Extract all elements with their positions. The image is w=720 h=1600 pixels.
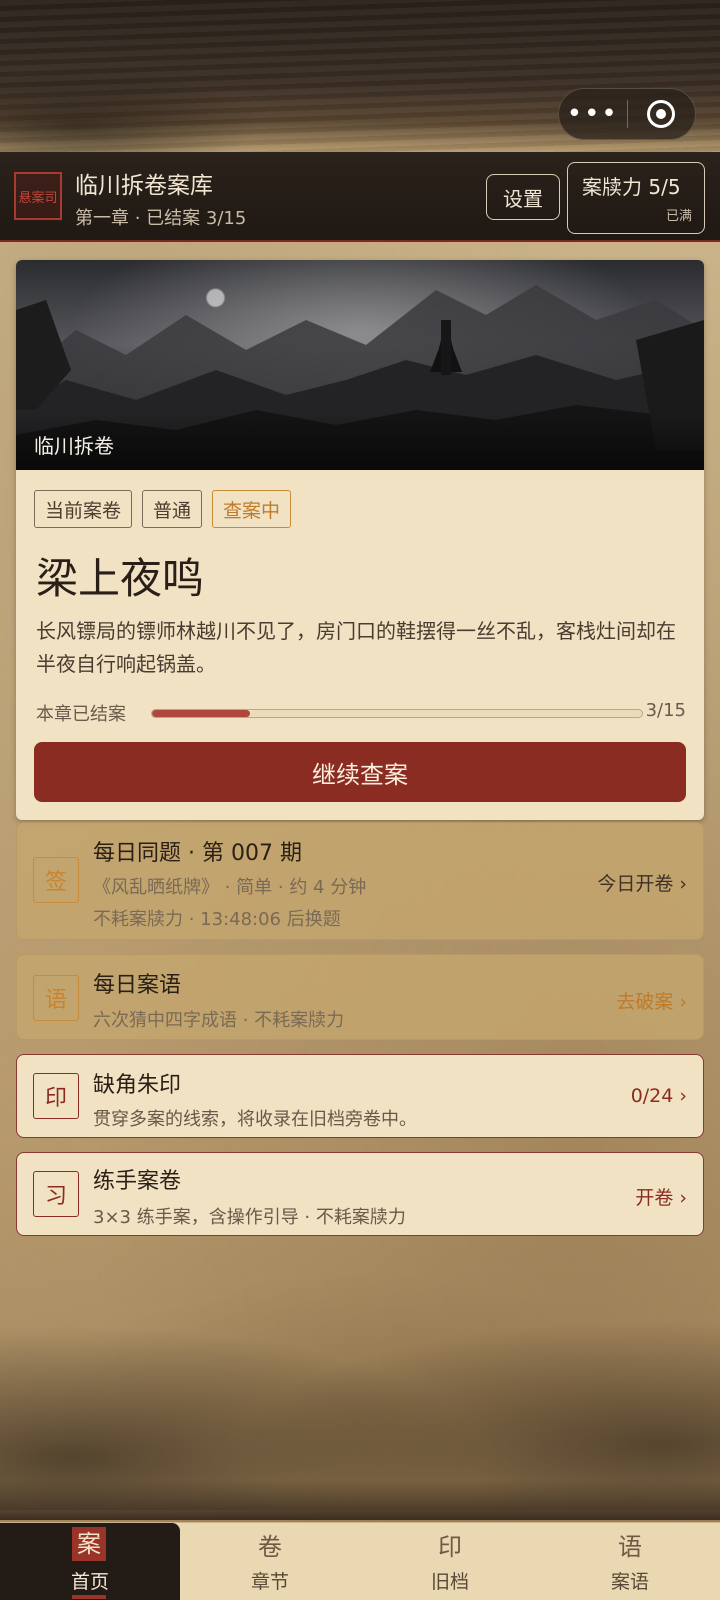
daily-idiom-title: 每日案语 <box>93 973 182 998</box>
bottom-tab-bar: 案 首页 卷 章节 印 旧档 语 案语 <box>0 1522 720 1600</box>
stamina-label: 案牍力 5/5 <box>582 175 681 199</box>
scroll-edge <box>0 1480 720 1520</box>
daily-question-card[interactable]: 签 每日同题 · 第 007 期 《风乱晒纸牌》 · 简单 · 约 4 分钟 不… <box>16 822 704 940</box>
practice-action[interactable]: 开卷 › <box>635 1183 687 1210</box>
active-tab-indicator <box>72 1595 106 1599</box>
miniprogram-capsule: ••• <box>558 88 696 140</box>
seal-title: 缺角朱印 <box>93 1073 182 1098</box>
archive-seal-icon: 印 <box>438 1533 462 1561</box>
stamina-status: 已满 <box>665 209 692 224</box>
tab-idioms-label: 案语 <box>610 1571 649 1593</box>
tab-archive[interactable]: 印 旧档 <box>360 1523 540 1600</box>
tab-home[interactable]: 案 首页 <box>0 1523 180 1600</box>
target-close-icon[interactable] <box>628 100 696 128</box>
seal-count[interactable]: 0/24 › <box>631 1085 687 1107</box>
tab-idioms[interactable]: 语 案语 <box>540 1523 720 1600</box>
progress-count: 3/15 <box>645 700 686 721</box>
more-dots-icon[interactable]: ••• <box>559 88 627 140</box>
case-title: 梁上夜鸣 <box>36 554 205 603</box>
daily-idiom-info: 六次猜中四字成语 · 不耗案牍力 <box>93 1010 345 1031</box>
daily-question-title: 每日同题 · 第 007 期 <box>93 841 302 866</box>
practice-title: 练手案卷 <box>93 1169 182 1194</box>
banner-caption: 临川拆卷 <box>16 412 704 470</box>
chapters-scroll-icon: 卷 <box>258 1533 282 1561</box>
tab-chapters-label: 章节 <box>250 1571 289 1593</box>
daily-question-action[interactable]: 今日开卷 › <box>597 869 687 896</box>
tab-home-label: 首页 <box>70 1571 109 1593</box>
continue-case-button[interactable]: 继续查案 <box>34 742 686 802</box>
chapter-status: 第一章 · 已结案 3/15 <box>75 208 247 229</box>
daily-question-refresh: 不耗案牍力 · 13:48:06 后换题 <box>93 909 341 930</box>
ink-landscape-background <box>0 1250 720 1510</box>
daily-idiom-card[interactable]: 语 每日案语 六次猜中四字成语 · 不耗案牍力 去破案 › <box>16 954 704 1040</box>
daily-idiom-action[interactable]: 去破案 › <box>616 987 687 1014</box>
chapter-progress-bar <box>151 709 643 718</box>
case-banner-image: 临川拆卷 <box>16 260 704 470</box>
current-case-card: 临川拆卷 当前案卷 普通 查案中 梁上夜鸣 长风镖局的镖师林越川不见了，房门口的… <box>16 260 704 820</box>
stamina-badge[interactable]: 案牍力 5/5 已满 <box>567 162 705 234</box>
tab-chapters[interactable]: 卷 章节 <box>180 1523 360 1600</box>
banner-caption-text: 临川拆卷 <box>34 434 114 458</box>
home-case-icon: 案 <box>72 1527 106 1561</box>
case-tags: 当前案卷 普通 查案中 <box>34 490 292 528</box>
app-logo-seal: 悬案司 <box>14 172 62 220</box>
seal-info: 贯穿多案的线索，将收录在旧档旁卷中。 <box>93 1109 417 1130</box>
missing-seal-card[interactable]: 印 缺角朱印 贯穿多案的线索，将收录在旧档旁卷中。 0/24 › <box>16 1054 704 1138</box>
progress-fill <box>152 710 250 717</box>
idiom-word-icon: 语 <box>618 1533 642 1561</box>
daily-question-info: 《风乱晒纸牌》 · 简单 · 约 4 分钟 <box>93 877 367 898</box>
idiom-icon: 语 <box>33 975 79 1021</box>
tag-difficulty: 普通 <box>142 490 203 528</box>
library-title: 临川拆卷案库 <box>75 173 213 199</box>
tag-current-case: 当前案卷 <box>34 490 133 528</box>
practice-info: 3×3 练手案，含操作引导 · 不耗案牍力 <box>93 1207 406 1228</box>
sign-icon: 签 <box>33 857 79 903</box>
seal-icon: 印 <box>33 1073 79 1119</box>
practice-case-card[interactable]: 习 练手案卷 3×3 练手案，含操作引导 · 不耗案牍力 开卷 › <box>16 1152 704 1236</box>
settings-button[interactable]: 设置 <box>486 174 560 220</box>
case-description: 长风镖局的镖师林越川不见了，房门口的鞋摆得一丝不乱，客栈灶间却在半夜自行响起锅盖… <box>36 619 676 676</box>
tab-archive-label: 旧档 <box>430 1571 469 1593</box>
tag-status: 查案中 <box>212 490 292 528</box>
top-header-bar: 悬案司 临川拆卷案库 第一章 · 已结案 3/15 设置 案牍力 5/5 已满 <box>0 152 720 242</box>
practice-icon: 习 <box>33 1171 79 1217</box>
progress-label: 本章已结案 <box>36 704 126 725</box>
